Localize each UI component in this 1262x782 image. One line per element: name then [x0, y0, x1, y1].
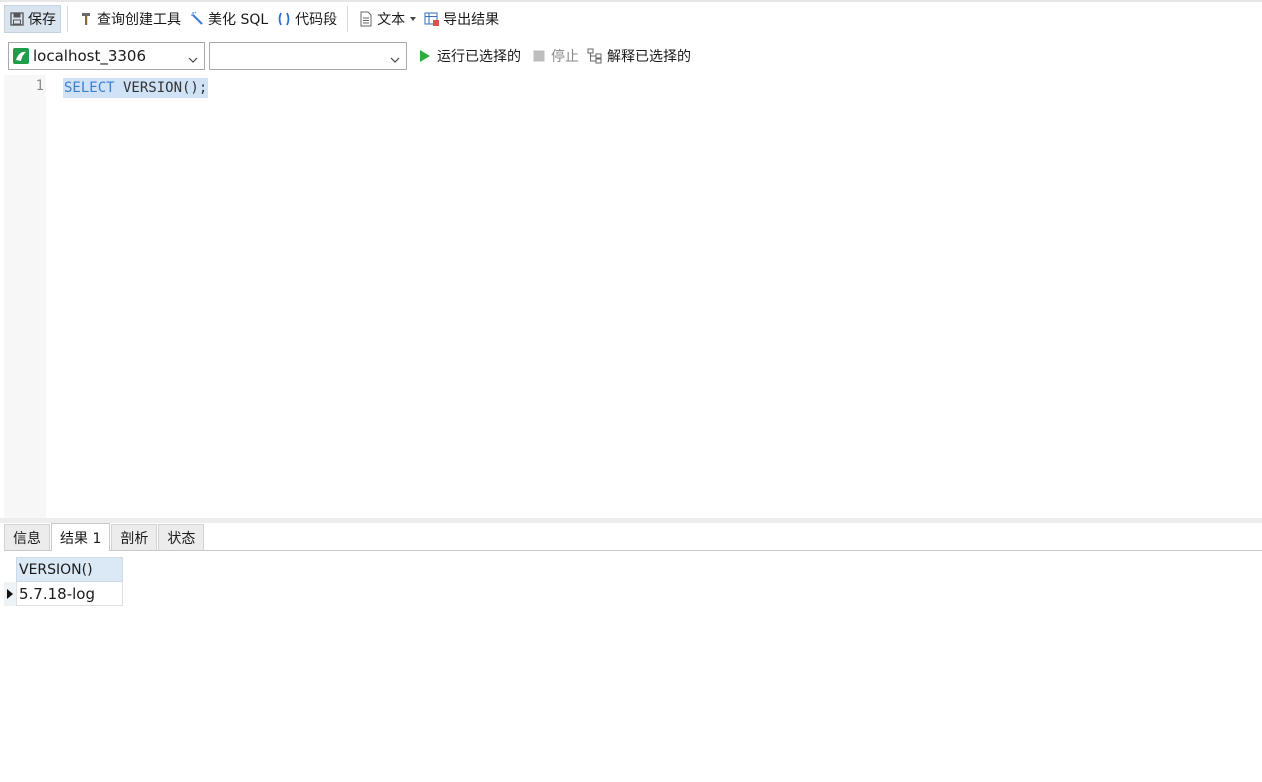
connection-toolbar: localhost_3306 运行已选择的 停止 解释已选择的	[0, 38, 1262, 74]
run-selected-button[interactable]: 运行已选择的	[417, 46, 521, 66]
cell-value: 5.7.18-log	[19, 584, 95, 603]
query-builder-button[interactable]: 查询创建工具	[74, 5, 185, 33]
export-results-button[interactable]: 导出结果	[420, 5, 503, 33]
code-line-selected[interactable]: SELECT VERSION();	[63, 78, 209, 98]
tab-label: 信息	[13, 530, 41, 547]
text-mode-label: 文本	[377, 12, 406, 28]
tab-label: 剖析	[120, 530, 149, 547]
tab-label: 结果 1	[60, 530, 102, 547]
toolbar-separator	[67, 6, 68, 32]
chevron-down-icon[interactable]	[410, 17, 417, 21]
snippet-label: 代码段	[295, 12, 338, 28]
magic-wand-icon	[189, 11, 205, 27]
text-mode-button[interactable]: 文本	[354, 5, 420, 33]
play-icon	[417, 48, 433, 64]
column-header-label: VERSION()	[19, 561, 93, 578]
beautify-sql-label: 美化 SQL	[208, 12, 269, 28]
tab-result-1[interactable]: 结果 1	[51, 523, 111, 551]
explain-selected-label: 解释已选择的	[607, 49, 691, 65]
table-row[interactable]: 5.7.18-log	[4, 582, 123, 606]
sql-function-call: VERSION();	[114, 80, 208, 96]
tab-status[interactable]: 状态	[158, 524, 205, 550]
connection-icon	[13, 48, 29, 64]
save-button[interactable]: 保存	[4, 5, 61, 33]
sql-keyword: SELECT	[64, 80, 115, 96]
tab-label: 状态	[167, 530, 196, 547]
connection-select[interactable]: localhost_3306	[8, 42, 205, 70]
toolbar-separator	[347, 6, 349, 32]
sql-editor[interactable]: 1 SELECT VERSION();	[4, 75, 1262, 518]
hammer-icon	[78, 11, 94, 27]
snippet-button[interactable]: 代码段	[272, 5, 341, 33]
column-header[interactable]: VERSION()	[16, 557, 123, 582]
connection-value: localhost_3306	[33, 47, 147, 65]
table-export-icon	[424, 11, 440, 27]
explain-selected-button[interactable]: 解释已选择的	[587, 46, 691, 66]
save-label: 保存	[28, 12, 56, 28]
document-icon	[358, 11, 374, 27]
tab-info[interactable]: 信息	[4, 524, 50, 550]
export-results-label: 导出结果	[443, 12, 500, 28]
line-number-gutter: 1	[4, 75, 46, 518]
tree-icon	[587, 48, 603, 64]
toolbar-top-border	[0, 0, 1262, 2]
line-number: 1	[35, 78, 44, 94]
stop-icon	[531, 48, 547, 64]
current-row-indicator-icon	[4, 582, 16, 606]
database-select[interactable]	[209, 42, 407, 70]
query-builder-label: 查询创建工具	[97, 12, 181, 28]
chevron-down-icon	[188, 51, 198, 63]
beautify-sql-button[interactable]: 美化 SQL	[185, 5, 272, 33]
tab-profile[interactable]: 剖析	[111, 524, 158, 550]
stop-label: 停止	[551, 49, 579, 65]
stop-button[interactable]: 停止	[531, 46, 579, 66]
braces-icon	[276, 11, 292, 27]
editor-toolbar: 保存 查询创建工具 美化 SQL 代码段 文本 导出结果	[0, 0, 1262, 38]
result-tabs: 信息 结果 1 剖析 状态	[4, 523, 1262, 551]
floppy-icon	[9, 11, 25, 27]
table-cell[interactable]: 5.7.18-log	[16, 582, 123, 606]
run-selected-label: 运行已选择的	[437, 49, 521, 65]
chevron-down-icon	[390, 51, 400, 63]
